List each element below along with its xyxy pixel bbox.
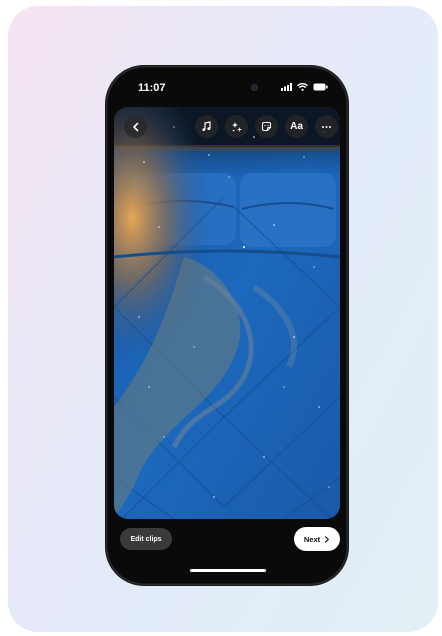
video-preview[interactable]: Aa: [114, 107, 340, 519]
more-icon: [322, 125, 331, 128]
edit-clips-button[interactable]: Edit clips: [120, 528, 172, 550]
phone-frame: 11:07 Aa Edit clips Next: [106, 66, 348, 585]
signal-icon: [281, 83, 292, 91]
more-button[interactable]: [315, 115, 338, 138]
edit-clips-label: Edit clips: [130, 535, 162, 543]
chevron-right-icon: [325, 535, 330, 543]
text-tool-label: Aa: [290, 121, 303, 132]
sparkles-effects-icon: [231, 121, 242, 132]
wifi-icon: [297, 83, 308, 91]
back-button[interactable]: [124, 115, 147, 138]
chevron-left-icon: [132, 122, 138, 131]
effects-button[interactable]: [225, 115, 248, 138]
next-label: Next: [303, 534, 321, 544]
sticker-icon: [261, 121, 272, 132]
status-icons: [281, 83, 328, 91]
home-indicator[interactable]: [190, 569, 266, 572]
battery-icon: [313, 83, 328, 91]
sticker-button[interactable]: [255, 115, 278, 138]
bed-photo: [114, 107, 340, 519]
camera-icon: [252, 85, 257, 90]
status-time: 11:07: [138, 82, 166, 94]
music-button[interactable]: [195, 115, 218, 138]
music-note-icon: [202, 121, 211, 131]
text-tool-button[interactable]: Aa: [285, 115, 308, 138]
next-button[interactable]: Next: [294, 527, 340, 551]
